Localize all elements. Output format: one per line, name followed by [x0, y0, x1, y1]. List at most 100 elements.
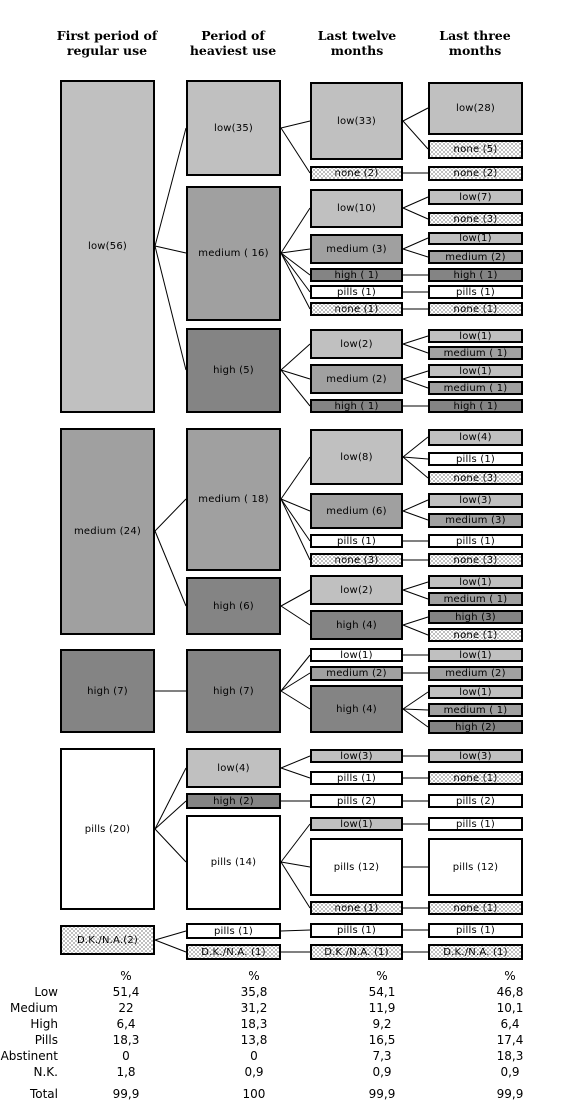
node-label: high ( 1) — [334, 400, 379, 412]
node-label: low(1) — [459, 330, 492, 342]
node-label: medium (6) — [326, 505, 387, 517]
node-label: low(4) — [217, 762, 250, 774]
node-c4-low1d: low(1) — [428, 575, 523, 589]
node-label: pills (1) — [336, 535, 377, 547]
flow-link — [402, 378, 429, 389]
node-label: high (2) — [455, 721, 496, 733]
node-c3-pills12: pills (12) — [310, 838, 403, 896]
node-label: pills (12) — [452, 861, 499, 873]
flow-link — [402, 343, 429, 354]
node-label: pills (1) — [336, 772, 377, 784]
flow-link — [280, 498, 311, 561]
node-c4-low28: low(28) — [428, 82, 523, 135]
node-label: low(28) — [455, 103, 495, 114]
node-label: high (5) — [213, 365, 254, 376]
node-label: none (3) — [453, 213, 498, 225]
node-c3-high4b: high (4) — [310, 685, 403, 733]
node-label: high ( 1) — [453, 400, 498, 412]
node-c3-none3a: none (3) — [310, 553, 403, 567]
node-label: medium (2) — [326, 668, 387, 679]
flow-link — [280, 369, 311, 380]
flow-link — [280, 823, 311, 863]
flow-link — [402, 207, 429, 220]
node-label: low(1) — [459, 233, 492, 244]
node-label: high (3) — [455, 611, 496, 623]
node-label: medium (3) — [326, 243, 387, 255]
node-c4-pills12: pills (12) — [428, 838, 523, 896]
node-c4-med1a: medium ( 1) — [428, 346, 523, 360]
node-c4-low1b: low(1) — [428, 329, 523, 343]
node-label: medium (24) — [73, 526, 141, 537]
node-label: high (7) — [213, 685, 254, 697]
node-c3-low8: low(8) — [310, 429, 403, 485]
flow-link — [402, 499, 429, 512]
node-c3-none2: none (2) — [310, 166, 403, 181]
node-c3-low1b: low(1) — [310, 817, 403, 831]
node-c2-low4: low(4) — [186, 748, 281, 788]
flow-link — [402, 335, 429, 345]
node-c1-dk: D.K./N.A.(2) — [60, 925, 155, 955]
node-c4-none3c: none (3) — [428, 553, 523, 567]
node-label: low(1) — [459, 649, 492, 661]
node-c4-high3: high (3) — [428, 610, 523, 624]
node-label: pills (1) — [336, 286, 377, 298]
flow-link — [402, 436, 429, 458]
flow-link — [280, 755, 311, 769]
node-label: medium ( 1) — [443, 704, 508, 716]
node-label: pills (1) — [455, 925, 496, 936]
flow-link — [154, 498, 187, 532]
flow-link — [280, 252, 311, 310]
node-c4-none1d: none (1) — [428, 901, 523, 915]
node-label: none (1) — [453, 902, 498, 914]
node-c3-none1a: none (1) — [310, 302, 403, 316]
node-c4-med1b: medium ( 1) — [428, 381, 523, 395]
node-label: none (1) — [334, 303, 379, 315]
node-label: low(2) — [340, 584, 373, 596]
node-c1-low: low(56) — [60, 80, 155, 413]
node-label: medium (2) — [445, 668, 506, 679]
node-label: low(35) — [213, 122, 253, 134]
node-c1-medium: medium (24) — [60, 428, 155, 635]
flow-link — [280, 589, 311, 607]
node-c4-none1a: none (1) — [428, 302, 523, 316]
flow-link — [280, 127, 311, 174]
node-label: none (3) — [453, 554, 498, 566]
node-c4-med1c: medium ( 1) — [428, 592, 523, 606]
flow-link — [402, 589, 429, 600]
node-c4-low3b: low(3) — [428, 749, 523, 763]
node-c3-pills1a: pills (1) — [310, 285, 403, 299]
node-c4-none1b: none (1) — [428, 628, 523, 642]
node-label: D.K./N.A. (1) — [324, 946, 389, 958]
node-c4-none3b: none (3) — [428, 471, 523, 485]
node-label: medium ( 1) — [443, 347, 508, 359]
node-c2-low35: low(35) — [186, 80, 281, 176]
node-c4-pills2: pills (2) — [428, 794, 523, 808]
flow-link — [280, 861, 311, 868]
node-c2-med16: medium ( 16) — [186, 186, 281, 321]
node-label: pills (1) — [455, 286, 496, 298]
node-label: pills (2) — [336, 795, 377, 807]
node-c3-pills1d: pills (1) — [310, 923, 403, 938]
node-c3-pills1c: pills (1) — [310, 771, 403, 785]
flow-link — [402, 691, 429, 710]
node-c2-pills14: pills (14) — [186, 815, 281, 910]
node-c4-none3a: none (3) — [428, 212, 523, 226]
node-label: high (4) — [336, 619, 377, 631]
node-c2-high5: high (5) — [186, 328, 281, 413]
node-label: none (2) — [334, 168, 379, 179]
node-c4-low4: low(4) — [428, 429, 523, 446]
node-c2-high6: high (6) — [186, 577, 281, 635]
node-c4-pills1e: pills (1) — [428, 923, 523, 938]
flow-link — [402, 510, 429, 521]
node-label: none (1) — [453, 772, 498, 784]
node-label: low(1) — [459, 686, 492, 698]
flow-link — [154, 800, 187, 830]
flow-link — [280, 343, 311, 371]
node-label: medium ( 16) — [198, 248, 269, 259]
flow-link — [402, 616, 429, 626]
node-label: pills (2) — [455, 795, 496, 807]
node-label: pills (1) — [455, 453, 496, 465]
node-c2-high7: high (7) — [186, 649, 281, 733]
flow-link — [402, 120, 429, 150]
flow-link — [402, 581, 429, 591]
